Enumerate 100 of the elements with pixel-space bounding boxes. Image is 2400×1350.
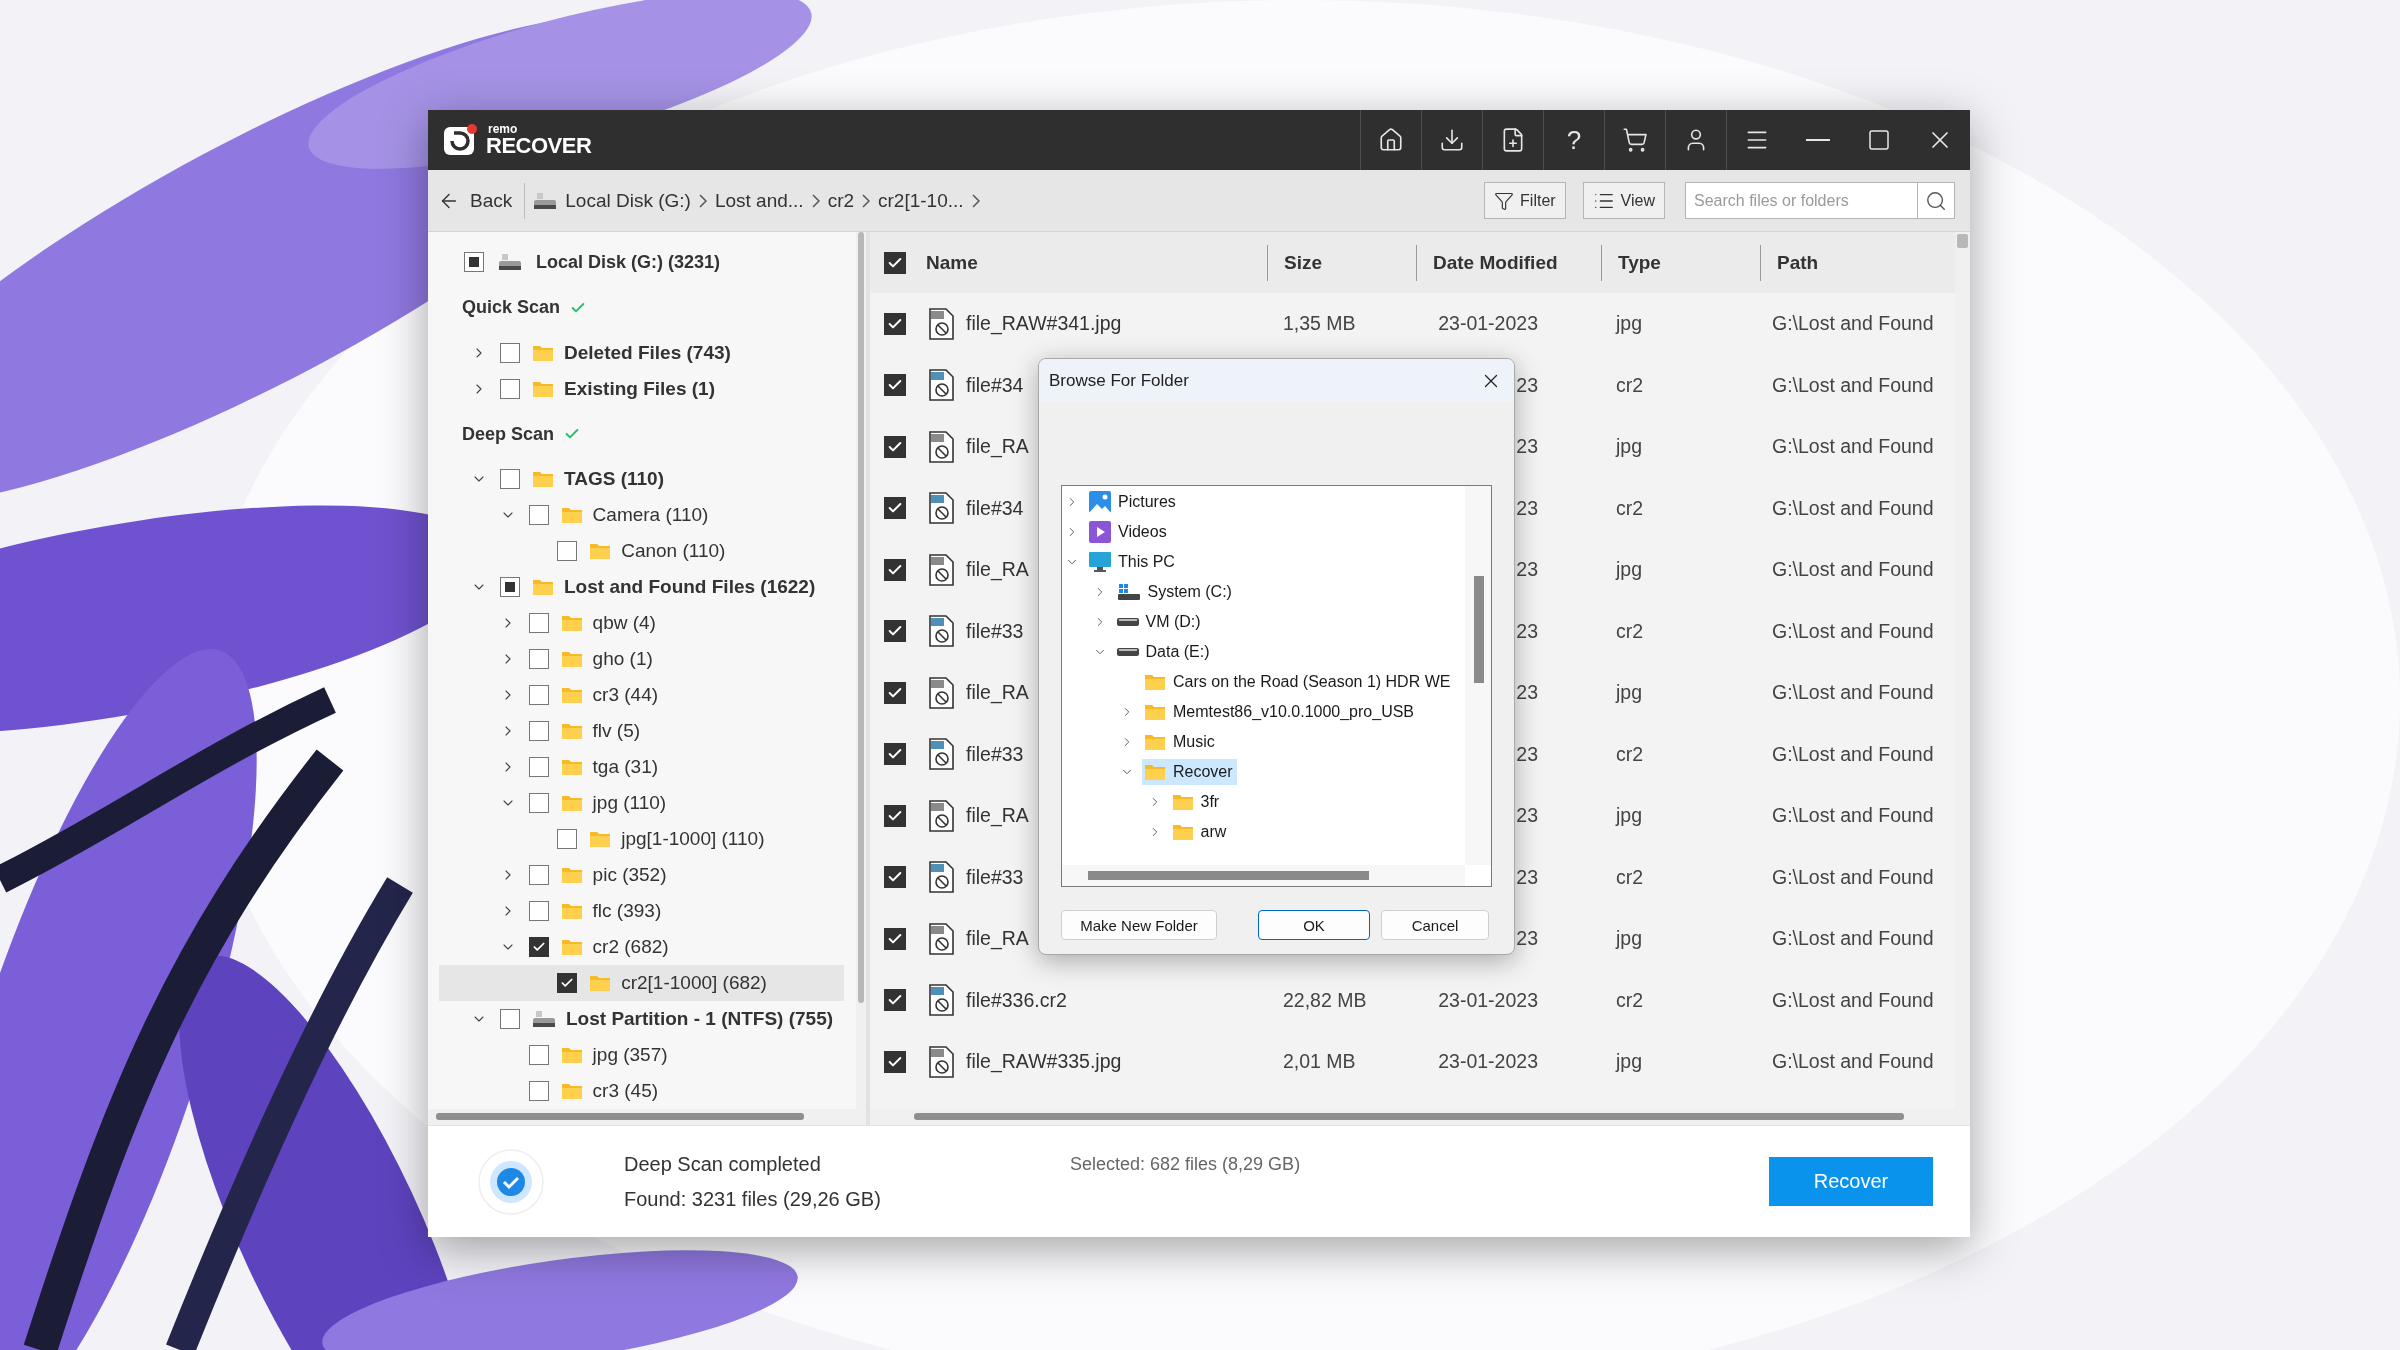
table-cell: 23 — [1516, 619, 1538, 642]
tree-item[interactable]: Local Disk (G:) (3231) — [428, 244, 856, 280]
folder-tree-item[interactable]: 3fr — [1169, 789, 1224, 815]
folder-icon — [589, 542, 612, 560]
checkbox[interactable] — [557, 541, 578, 561]
checkbox[interactable] — [528, 685, 549, 705]
checkbox[interactable] — [884, 374, 906, 397]
table-cell: G:\Lost and Found — [1772, 558, 1934, 581]
checkbox[interactable] — [528, 649, 549, 669]
checkbox[interactable] — [528, 901, 549, 921]
scrollbar[interactable] — [428, 1109, 866, 1125]
column-header[interactable]: Name — [920, 244, 1267, 281]
search-button[interactable] — [1917, 182, 1955, 219]
checkbox[interactable] — [884, 497, 906, 520]
tree-item[interactable]: cr2 (682) — [439, 929, 844, 965]
checkbox[interactable] — [884, 1050, 906, 1073]
breadcrumb[interactable]: Lost and... — [706, 189, 812, 212]
checkbox[interactable] — [884, 558, 906, 581]
tree-item[interactable]: cr3 (44) — [439, 677, 844, 713]
folder-icon — [560, 902, 583, 920]
scrollbar[interactable] — [1062, 865, 1465, 886]
checkbox[interactable] — [884, 251, 906, 274]
folder-tree-item[interactable]: Videos — [1087, 519, 1171, 545]
checkbox[interactable] — [884, 681, 906, 704]
tree-item[interactable]: jpg (357) — [439, 1037, 844, 1073]
checkbox[interactable] — [500, 1009, 520, 1029]
scrollbar-thumb[interactable] — [1957, 234, 1968, 248]
tree-item[interactable]: flv (5) — [439, 713, 844, 749]
tree-item[interactable]: jpg (110) — [439, 785, 844, 821]
table-cell: 1,35 MB — [1283, 312, 1356, 335]
checkbox[interactable] — [500, 379, 520, 399]
tree-item[interactable]: qbw (4) — [439, 605, 844, 641]
checkbox[interactable] — [557, 829, 578, 849]
checkbox[interactable] — [528, 793, 549, 813]
breadcrumb[interactable]: Local Disk (G:) — [525, 189, 699, 212]
tree-item[interactable]: jpg[1-1000] (110) — [439, 821, 844, 857]
tree-item[interactable]: Deleted Files (743) — [439, 335, 844, 371]
tree-item[interactable]: cr2[1-1000] (682) — [439, 965, 844, 1001]
view-button[interactable]: View — [1582, 182, 1665, 219]
breadcrumb[interactable]: cr2[1-10... — [870, 189, 972, 212]
checkbox[interactable] — [884, 866, 906, 889]
scrollbar[interactable] — [856, 232, 866, 1109]
tree-item[interactable]: Canon (110) — [439, 533, 844, 569]
back-button[interactable]: Back — [438, 182, 526, 219]
checkbox[interactable] — [528, 757, 549, 777]
scrollbar[interactable] — [1465, 486, 1491, 865]
checkbox[interactable] — [528, 505, 549, 525]
drive-icon — [498, 252, 522, 272]
folder-icon — [1144, 703, 1166, 721]
checkbox[interactable] — [528, 937, 549, 957]
checkbox[interactable] — [528, 1045, 549, 1065]
checkbox[interactable] — [500, 469, 520, 489]
checkbox[interactable] — [500, 343, 520, 363]
breadcrumb[interactable]: cr2 — [819, 189, 863, 212]
tree-item[interactable]: tga (31) — [439, 749, 844, 785]
checkbox[interactable] — [884, 989, 906, 1012]
picture-icon — [1089, 491, 1111, 513]
tree-item[interactable]: gho (1) — [439, 641, 844, 677]
folder-tree-item[interactable]: arw — [1169, 819, 1231, 845]
folder-tree-item[interactable]: Cars on the Road (Season 1) HDR WE — [1142, 669, 1455, 695]
tree-item[interactable]: Camera (110) — [439, 497, 844, 533]
checkbox[interactable] — [528, 865, 549, 885]
tree-item[interactable]: Lost and Found Files (1622) — [439, 569, 844, 605]
folder-tree-item[interactable]: Data (E:) — [1114, 639, 1214, 665]
checkbox[interactable] — [528, 613, 549, 633]
column-header[interactable]: Date Modified — [1416, 244, 1601, 281]
dialog-button[interactable]: Cancel — [1381, 910, 1489, 940]
checkbox[interactable] — [884, 804, 906, 827]
checkbox[interactable] — [464, 252, 484, 272]
checkbox[interactable] — [884, 743, 906, 766]
checkbox[interactable] — [557, 973, 578, 993]
checkbox[interactable] — [528, 1081, 549, 1101]
checkbox[interactable] — [884, 927, 906, 950]
checkbox[interactable] — [500, 577, 520, 597]
drive-label: Local Disk (G:) (3231) — [536, 251, 721, 273]
column-header[interactable]: Size — [1267, 244, 1416, 281]
checkbox[interactable] — [528, 721, 549, 741]
checkbox[interactable] — [884, 620, 906, 643]
folder-tree-item[interactable]: Music — [1142, 729, 1219, 755]
tree-item[interactable]: Lost Partition - 1 (NTFS) (755) — [439, 1001, 844, 1037]
folder-tree-item[interactable]: System (C:) — [1114, 579, 1236, 605]
tree-item[interactable]: cr3 (45) — [439, 1073, 844, 1109]
dialog-button[interactable]: Make New Folder — [1061, 910, 1217, 940]
folder-tree-item[interactable]: Recover — [1142, 759, 1237, 785]
tree-item[interactable]: flc (393) — [439, 893, 844, 929]
column-header[interactable]: Type — [1601, 244, 1760, 281]
checkbox[interactable] — [884, 435, 906, 458]
checkbox[interactable] — [884, 312, 906, 335]
tree-item[interactable]: Existing Files (1) — [439, 371, 844, 407]
folder-tree-item[interactable]: Pictures — [1087, 489, 1180, 515]
filter-button[interactable]: Filter — [1484, 182, 1566, 219]
folder-tree-item[interactable]: This PC — [1087, 549, 1179, 575]
video-icon — [1089, 521, 1111, 543]
folder-icon — [1171, 793, 1194, 811]
folder-tree-item[interactable]: Memtest86_v10.0.1000_pro_USB — [1142, 699, 1419, 725]
dialog-button[interactable]: OK — [1258, 910, 1370, 940]
tree-item[interactable]: pic (352) — [439, 857, 844, 893]
folder-tree-item[interactable]: VM (D:) — [1114, 609, 1205, 635]
tree-item[interactable]: TAGS (110) — [439, 461, 844, 497]
search-field[interactable]: Search files or folders — [1685, 182, 1917, 219]
